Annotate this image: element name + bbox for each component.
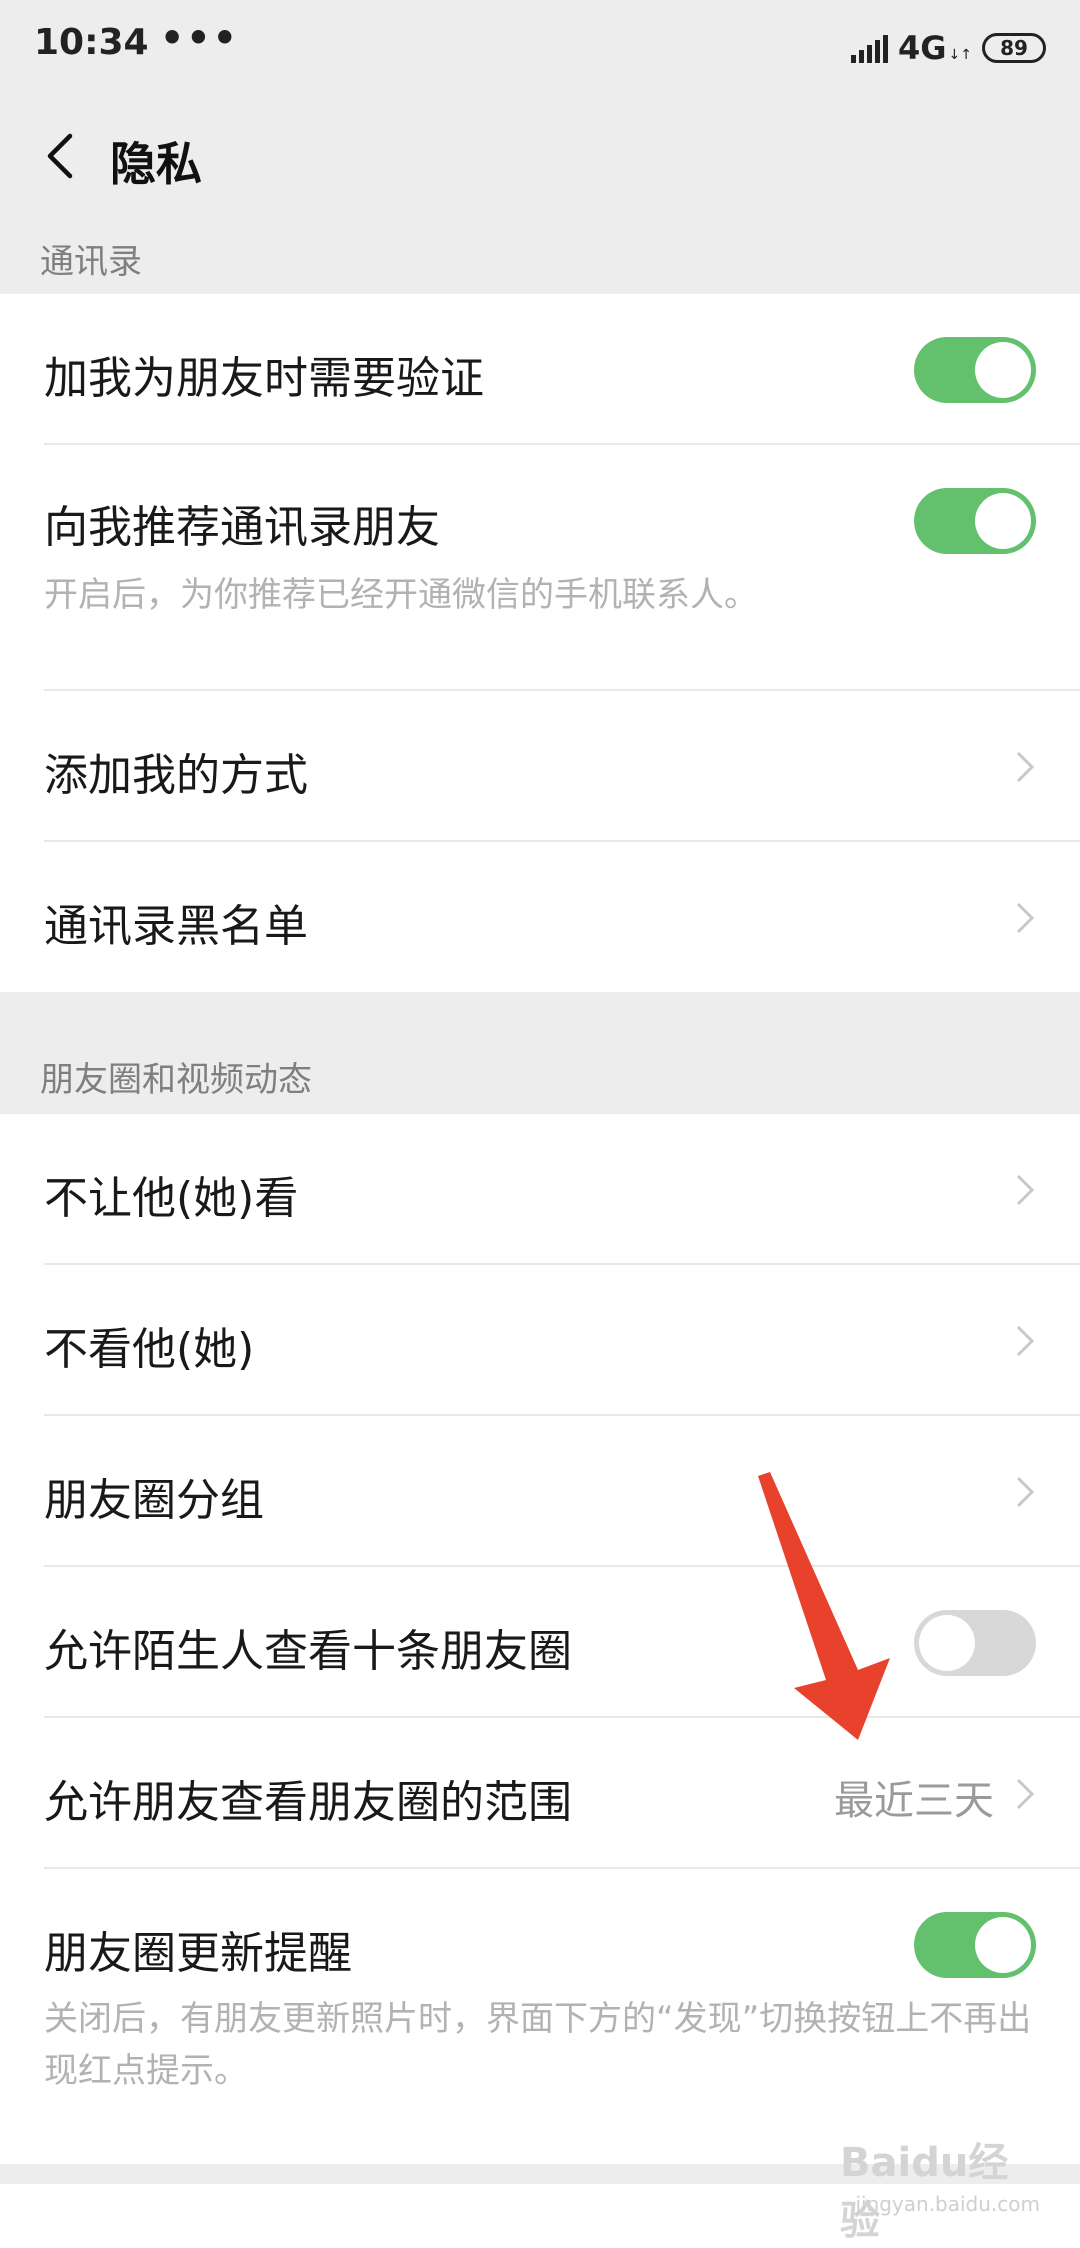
chevron-right-icon [1016, 1325, 1035, 1357]
watermark-logo: Baidu经验 [840, 2140, 1009, 2244]
row-label: 向我推荐通讯录朋友 [44, 502, 440, 553]
page-title: 隐私 [110, 137, 202, 191]
chevron-left-icon[interactable] [34, 126, 94, 186]
row-recommend: 向我推荐通讯录朋友 开启后，为你推荐已经开通微信的手机联系人。 [0, 445, 1080, 691]
row-description: 开启后，为你推荐已经开通微信的手机联系人。 [44, 575, 758, 615]
chevron-right-icon [1016, 751, 1035, 783]
row-description: 关闭后，有朋友更新照片时，界面下方的“发现”切换按钮上不再出现红点提示。 [44, 1999, 1032, 2091]
chevron-right-icon [1016, 1476, 1035, 1508]
row-label: 允许朋友查看朋友圈的范围 [44, 1777, 572, 1828]
status-bar: 10:34 ••• 4G ↓↑ 89 [0, 0, 1080, 96]
row-label: 通讯录黑名单 [44, 901, 308, 952]
row-blacklist[interactable]: 通讯录黑名单 [0, 842, 1080, 992]
annotation-arrow-icon [758, 1472, 890, 1740]
chevron-right-icon [1016, 1174, 1035, 1206]
row-dont-see[interactable]: 不看他(她) [0, 1265, 1080, 1416]
row-label: 朋友圈分组 [44, 1475, 264, 1526]
status-indicators: 4G ↓↑ 89 [851, 28, 1046, 68]
row-label: 添加我的方式 [44, 750, 308, 801]
row-label: 加我为朋友时需要验证 [44, 353, 484, 404]
row-hide-from[interactable]: 不让他(她)看 [0, 1114, 1080, 1265]
section-header-contacts: 通讯录 [40, 242, 142, 282]
network-type: 4G ↓↑ [898, 29, 972, 67]
row-groups[interactable]: 朋友圈分组 [0, 1416, 1080, 1567]
signal-icon [851, 33, 888, 63]
update-reminder-toggle[interactable] [914, 1912, 1036, 1978]
range-value: 最近三天 [834, 1778, 994, 1824]
recommend-toggle[interactable] [914, 488, 1036, 554]
row-strangers: 允许陌生人查看十条朋友圈 [0, 1567, 1080, 1718]
status-more-icon: ••• [160, 16, 239, 60]
moments-card: 不让他(她)看 不看他(她) 朋友圈分组 允许陌生人查看十条朋友圈 允许朋友查看… [0, 1114, 1080, 2164]
chevron-right-icon [1016, 1778, 1035, 1810]
chevron-right-icon [1016, 902, 1035, 934]
section-header-moments: 朋友圈和视频动态 [40, 1060, 312, 1100]
contacts-card: 加我为朋友时需要验证 向我推荐通讯录朋友 开启后，为你推荐已经开通微信的手机联系… [0, 294, 1080, 992]
verify-toggle[interactable] [914, 337, 1036, 403]
row-label: 允许陌生人查看十条朋友圈 [44, 1626, 572, 1677]
row-label: 不看他(她) [44, 1324, 255, 1375]
battery-icon: 89 [982, 33, 1046, 63]
status-time: 10:34 [34, 22, 149, 63]
row-range[interactable]: 允许朋友查看朋友圈的范围 最近三天 [0, 1718, 1080, 1869]
row-add-methods[interactable]: 添加我的方式 [0, 691, 1080, 842]
nav-bar: 隐私 [0, 96, 1080, 220]
row-verify: 加我为朋友时需要验证 [0, 294, 1080, 445]
watermark-url: jingyan.baidu.com [855, 2192, 1040, 2216]
watermark: Baidu经验 jingyan.baidu.com [840, 2120, 1040, 2244]
row-label: 不让他(她)看 [44, 1173, 299, 1224]
strangers-toggle[interactable] [914, 1610, 1036, 1676]
row-label: 朋友圈更新提醒 [44, 1928, 352, 1979]
